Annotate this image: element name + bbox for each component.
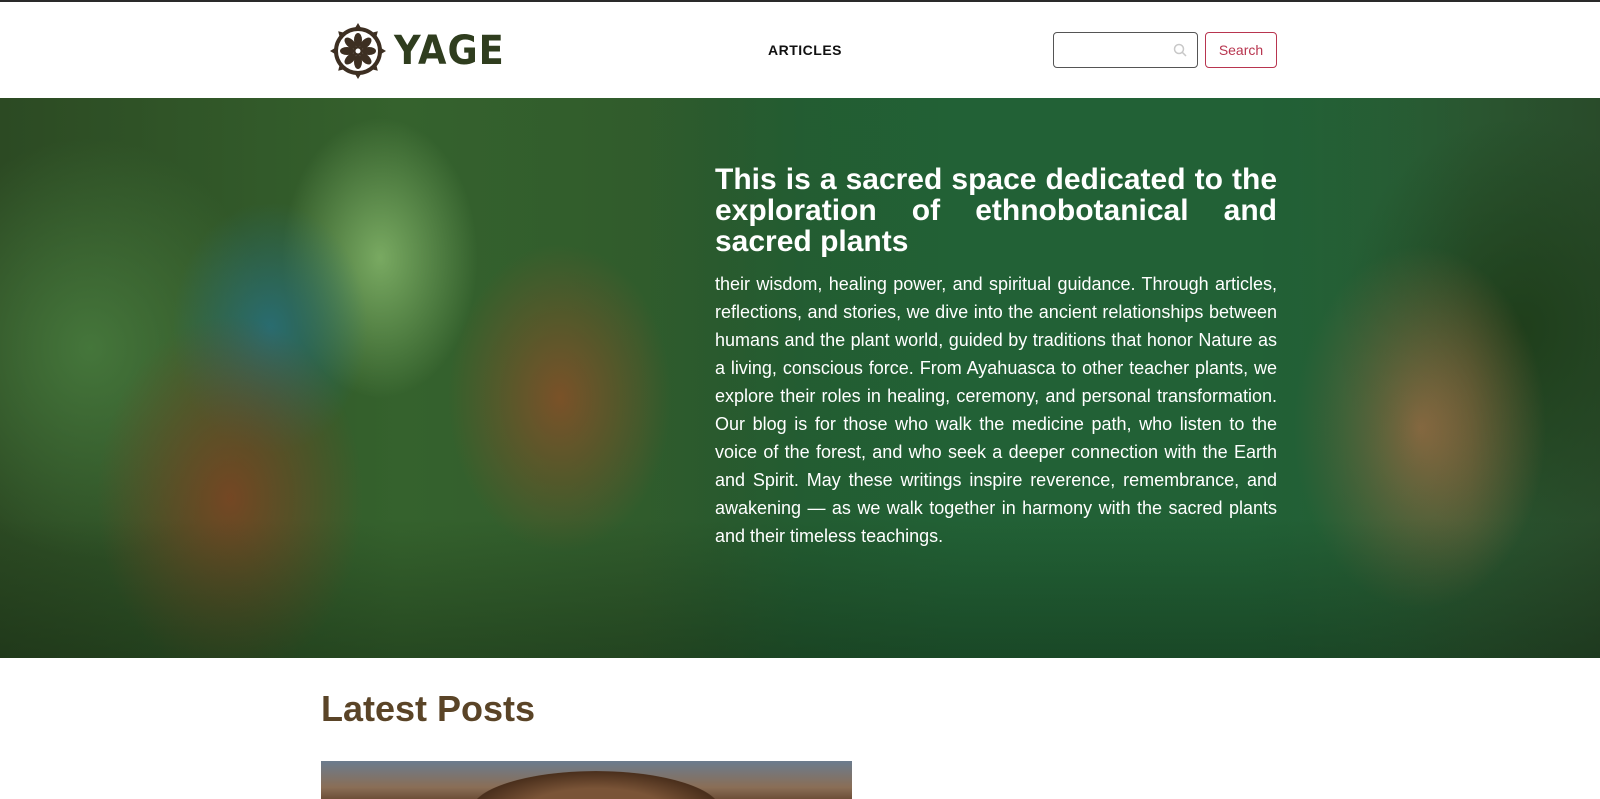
search-button[interactable]: Search <box>1205 32 1277 68</box>
hero-banner: This is a sacred space dedicated to the … <box>0 98 1600 658</box>
post-card-image[interactable] <box>321 761 852 799</box>
magnifier-icon <box>1173 43 1187 57</box>
logo-text: YAGE <box>394 28 505 74</box>
site-logo[interactable]: YAGE <box>330 23 514 79</box>
hero-description: their wisdom, healing power, and spiritu… <box>715 274 1277 546</box>
latest-posts-heading: Latest Posts <box>321 688 536 729</box>
search-box <box>1053 32 1198 68</box>
hero-title: This is a sacred space dedicated to the … <box>715 163 1277 258</box>
site-header: YAGE ARTICLES Search <box>0 2 1600 97</box>
nav-articles-link[interactable]: ARTICLES <box>768 42 842 58</box>
search-input[interactable] <box>1054 33 1164 67</box>
mandala-flower-icon <box>330 23 386 79</box>
